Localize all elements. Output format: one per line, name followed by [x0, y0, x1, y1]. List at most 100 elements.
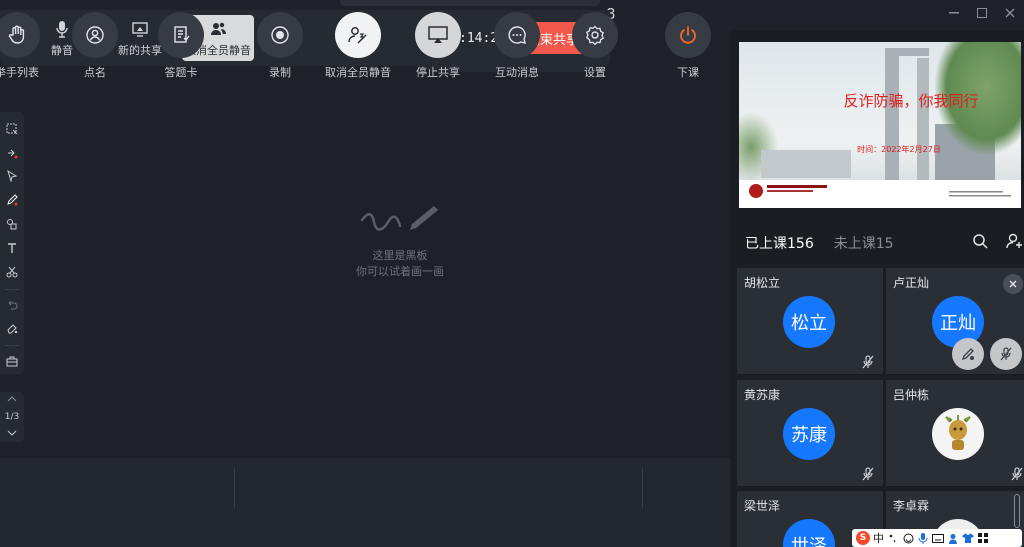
toolbox-divider [5, 288, 19, 290]
keyboard-icon[interactable] [932, 532, 944, 544]
slide-building-left [761, 150, 851, 178]
close-icon[interactable] [1003, 274, 1023, 294]
avatar: 苏康 [783, 408, 835, 460]
tab-absent[interactable]: 未上课15 [834, 233, 894, 253]
skin-icon[interactable] [962, 532, 974, 544]
laser-pointer-icon[interactable] [3, 142, 21, 164]
interactive-messages-button[interactable]: 互动消息 [482, 12, 552, 80]
interactive-messages-label: 互动消息 [495, 66, 539, 79]
participant-tile[interactable]: 黄苏康 苏康 [737, 380, 883, 486]
mic-muted-icon [861, 354, 875, 369]
participant-tile[interactable]: 吕仲栋 [886, 380, 1024, 486]
chevron-down-icon[interactable] [7, 429, 17, 439]
unmute-all-bottom-button[interactable]: 取消全员静音 [323, 12, 393, 80]
raise-hand-icon [8, 25, 25, 44]
cartoon-avatar-icon [945, 415, 971, 450]
avatar: 世泽 [783, 519, 835, 547]
emoji-icon[interactable] [902, 532, 914, 544]
answer-card-icon [174, 26, 190, 43]
participant-tabs: 已上课156 未上课15 [745, 233, 894, 253]
slide-gate-pillar-left [885, 48, 899, 186]
pen-icon[interactable] [3, 189, 21, 211]
grant-pen-button[interactable] [952, 338, 984, 370]
tab-attended[interactable]: 已上课156 [745, 233, 814, 253]
mute-participant-button[interactable] [990, 338, 1022, 370]
participant-actions [972, 233, 1024, 253]
chevron-up-icon[interactable] [7, 395, 17, 405]
answer-card-label: 答题卡 [164, 66, 198, 79]
school-logo [749, 184, 763, 198]
scrollbar[interactable] [1014, 494, 1020, 528]
hint-line-2: 你可以试着画一画 [356, 265, 444, 278]
ime-mode[interactable]: 中 [873, 530, 884, 546]
select-area-icon[interactable] [3, 118, 21, 140]
title-tab-strip [340, 0, 600, 6]
mic-muted-icon [1010, 466, 1024, 481]
slide-date: 时间：2022年2月27日 [857, 145, 941, 154]
user-icon[interactable] [947, 532, 959, 544]
settings-button[interactable]: 设置 [560, 12, 630, 80]
slide-title: 反诈防骗，你我同行 [843, 92, 979, 110]
roll-call-button[interactable]: 点名 [60, 12, 130, 80]
add-user-icon[interactable] [1006, 233, 1024, 253]
slide-contact-graphic [949, 190, 1019, 203]
unmute-all-bottom-label: 取消全员静音 [325, 66, 391, 79]
answer-card-button[interactable]: 答题卡 [146, 12, 216, 80]
ime-toolbar: S 中 [852, 529, 1022, 547]
eraser-icon[interactable] [3, 317, 21, 339]
power-icon [680, 26, 696, 44]
unmute-all-icon [348, 27, 367, 44]
raise-hand-list-label: 举手列表 [0, 66, 39, 79]
scissors-icon[interactable] [3, 261, 21, 283]
shared-slide-preview[interactable]: 反诈防骗，你我同行 时间：2022年2月27日 [739, 42, 1021, 208]
participant-name: 胡松立 [744, 276, 781, 290]
participant-name: 卢正灿 [893, 276, 930, 290]
voice-input-icon[interactable] [917, 532, 929, 544]
punctuation-icon[interactable] [887, 532, 899, 544]
slide-gate-top [885, 48, 929, 56]
participant-name: 吕仲栋 [893, 388, 930, 402]
mic-muted-icon [861, 466, 875, 481]
pen-permission-icon [961, 348, 974, 361]
end-class-button[interactable]: 下课 [653, 12, 723, 80]
draw-pencil-icon [360, 206, 438, 231]
participant-tile[interactable]: 胡松立 松立 [737, 268, 883, 374]
page-navigator: 1/3 [0, 392, 24, 442]
mic-muted-icon [1000, 347, 1012, 361]
settings-label: 设置 [584, 66, 606, 79]
participant-name: 梁世泽 [744, 499, 781, 513]
close-icon[interactable] [1004, 6, 1016, 20]
undo-icon[interactable] [3, 294, 21, 316]
page-indicator: 1/3 [4, 412, 20, 422]
stop-share-label: 停止共享 [416, 66, 460, 79]
sogou-logo-icon[interactable]: S [856, 531, 870, 545]
record-button[interactable]: 录制 [245, 12, 315, 80]
raise-hand-list-button[interactable]: 举手列表 [0, 12, 52, 80]
whiteboard-toolbox [0, 112, 24, 374]
cursor-icon[interactable] [3, 166, 21, 188]
stop-share-button[interactable]: 停止共享 [403, 12, 473, 80]
toolbox-icon[interactable] [3, 350, 21, 372]
chat-icon [508, 26, 526, 44]
toolbox-divider [5, 345, 19, 347]
toolbox-grid-icon[interactable] [977, 532, 989, 544]
end-class-label: 下课 [677, 66, 699, 79]
record-icon [271, 26, 289, 44]
search-icon[interactable] [972, 233, 988, 253]
avatar: 松立 [783, 296, 835, 348]
classroom-control-bar [0, 458, 730, 547]
minimize-icon[interactable] [948, 6, 960, 20]
window-controls [948, 6, 1016, 20]
settings-icon [585, 25, 605, 45]
record-label: 录制 [269, 66, 291, 79]
roll-call-label: 点名 [84, 66, 106, 79]
stop-share-icon [428, 26, 448, 43]
school-name-graphic [767, 184, 837, 194]
maximize-icon[interactable] [976, 6, 988, 20]
hint-line-1: 这里是黑板 [372, 249, 428, 262]
text-icon[interactable] [3, 237, 21, 259]
participant-name: 李卓霖 [893, 499, 930, 513]
whiteboard-hint: 这里是黑板 你可以试着画一画 [300, 200, 500, 280]
bottom-bar-divider [642, 468, 643, 508]
shapes-icon[interactable] [3, 213, 21, 235]
